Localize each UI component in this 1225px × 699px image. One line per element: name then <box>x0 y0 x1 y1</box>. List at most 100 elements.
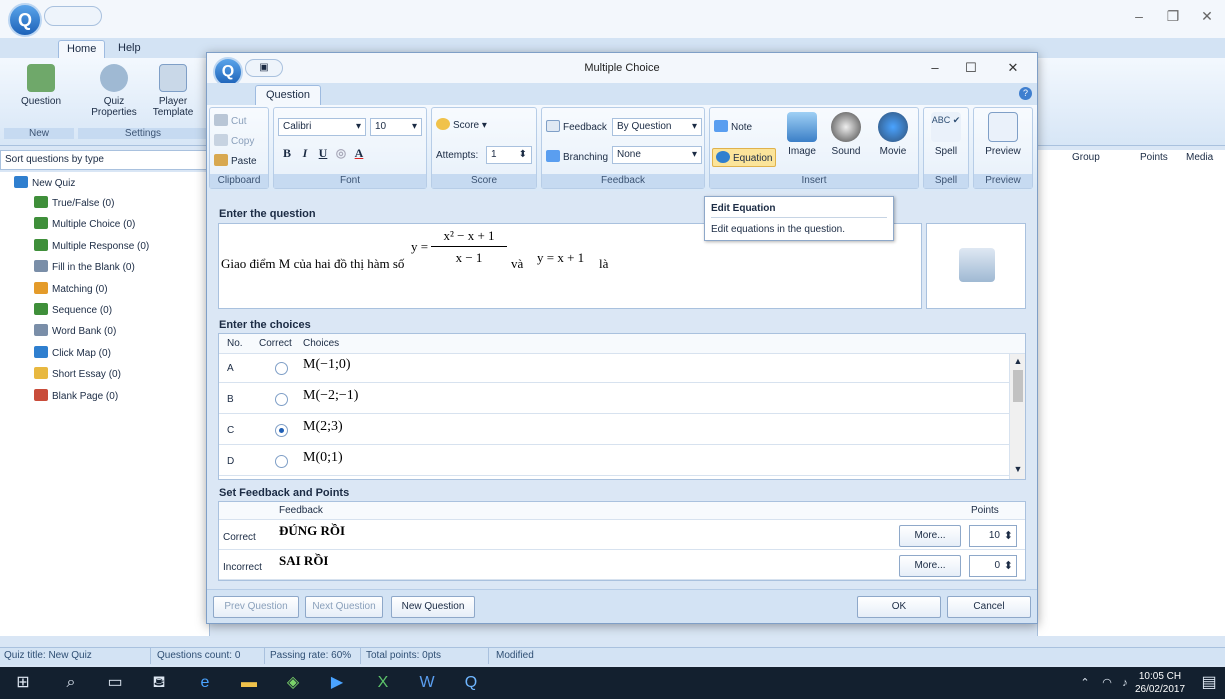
correct-radio[interactable] <box>275 424 288 437</box>
underline-button[interactable]: U <box>314 146 332 161</box>
attempts-input[interactable]: 1 ⬍ <box>486 146 532 164</box>
quizcreator-icon[interactable]: Q <box>460 672 482 694</box>
tree-item[interactable]: Word Bank (0) <box>34 324 116 340</box>
notification-icon[interactable]: ▤ <box>1198 672 1220 694</box>
tree-root[interactable]: New Quiz <box>14 176 75 192</box>
feedback-mode-select[interactable]: By Question ▾ <box>612 118 702 136</box>
correct-radio[interactable] <box>275 455 288 468</box>
close-icon[interactable]: ✕ <box>1192 8 1222 30</box>
new-question-button[interactable]: Question <box>16 64 66 107</box>
save-icon[interactable]: ▣ <box>245 59 283 77</box>
sort-dropdown[interactable]: Sort questions by type <box>0 150 210 170</box>
tree-item[interactable]: Click Map (0) <box>34 345 111 362</box>
branching-button[interactable]: Branching <box>546 150 608 163</box>
file-explorer-icon[interactable]: ▬ <box>238 672 260 694</box>
choice-text[interactable]: M(−1;0) <box>303 357 351 373</box>
network-icon[interactable]: ⌃ <box>1074 672 1096 694</box>
choice-letter: C <box>227 425 235 436</box>
status-divider <box>150 648 151 664</box>
search-icon[interactable]: ⌕ <box>60 672 82 694</box>
taskbar-clock[interactable]: 10:05 CH 26/02/2017 <box>1130 670 1190 696</box>
more-button[interactable]: More... <box>899 525 961 547</box>
font-color-button[interactable]: A <box>350 146 368 161</box>
branching-select[interactable]: None ▾ <box>612 146 702 164</box>
edge-icon[interactable]: e <box>194 672 216 694</box>
tab-home[interactable]: Home <box>58 40 106 58</box>
tree-item[interactable]: Sequence (0) <box>34 303 112 319</box>
spell-button[interactable]: ABC ✔ Spell <box>928 112 964 157</box>
feedback-button[interactable]: Feedback <box>546 120 607 133</box>
store-icon[interactable]: ⛾ <box>148 672 170 694</box>
tree-item[interactable]: Short Essay (0) <box>34 367 121 383</box>
next-question-button[interactable]: Next Question <box>305 596 383 618</box>
dialog-minimize-icon[interactable]: – <box>923 60 947 75</box>
col-group[interactable]: Group <box>1072 152 1100 163</box>
insert-image-button[interactable]: Image <box>784 112 820 157</box>
score-button[interactable]: Score ▾ <box>436 118 487 131</box>
tree-item[interactable]: Fill in the Blank (0) <box>34 260 135 276</box>
insert-movie-button[interactable]: Movie <box>874 112 912 157</box>
tab-question[interactable]: Question <box>255 85 322 105</box>
choice-text[interactable]: M(2;3) <box>303 419 343 435</box>
note-button[interactable]: Note <box>714 120 752 133</box>
media-placeholder[interactable] <box>926 223 1026 309</box>
excel-icon[interactable]: X <box>372 672 394 694</box>
help-icon[interactable]: ? <box>1019 87 1032 100</box>
col-points[interactable]: Points <box>1140 152 1168 163</box>
tree-item[interactable]: Blank Page (0) <box>34 388 118 405</box>
feedback-row: Incorrect SAI RỒI More... 0 <box>219 551 1025 580</box>
note-icon <box>714 120 728 132</box>
preview-button[interactable]: Preview <box>980 112 1026 157</box>
copy-button[interactable]: Copy <box>214 134 254 147</box>
choice-text[interactable]: M(−2;−1) <box>303 388 358 404</box>
dialog-close-icon[interactable]: ✕ <box>1001 60 1025 76</box>
more-button[interactable]: More... <box>899 555 961 577</box>
font-family-select[interactable]: Calibri ▾ <box>278 118 366 136</box>
correct-radio[interactable] <box>275 362 288 375</box>
feedback-group: Feedback By Question ▾ Branching None ▾ Fe… <box>541 107 705 189</box>
quick-access-toolbar[interactable] <box>44 6 102 26</box>
choice-text[interactable]: M(0;1) <box>303 450 343 466</box>
highlight-icon[interactable]: ◎ <box>332 146 350 161</box>
quiz-properties-button[interactable]: Quiz Properties <box>86 64 142 118</box>
task-view-icon[interactable]: ▭ <box>104 672 126 694</box>
correct-radio[interactable] <box>275 393 288 406</box>
cut-button[interactable]: Cut <box>214 114 247 127</box>
tab-help[interactable]: Help <box>110 40 149 58</box>
feedback-text[interactable]: ĐÚNG RỒI <box>279 523 345 539</box>
feedback-text[interactable]: SAI RỒI <box>279 553 329 569</box>
col-media[interactable]: Media <box>1186 152 1213 163</box>
bold-button[interactable]: B <box>278 146 296 161</box>
media-player-icon[interactable]: ▶ <box>326 672 348 694</box>
cancel-button[interactable]: Cancel <box>947 596 1031 618</box>
points-stepper[interactable]: 0 <box>969 555 1017 577</box>
ok-button[interactable]: OK <box>857 596 941 618</box>
group-new-label: New <box>4 128 74 139</box>
scroll-thumb[interactable] <box>1013 370 1023 402</box>
italic-button[interactable]: I <box>296 146 314 161</box>
paste-button[interactable]: Paste <box>214 154 257 167</box>
restore-icon[interactable]: ❐ <box>1158 8 1188 30</box>
player-template-button[interactable]: Player Template <box>146 64 200 118</box>
new-question-button-dialog[interactable]: New Question <box>391 596 475 618</box>
tree-item[interactable]: Multiple Choice (0) <box>34 217 135 233</box>
dialog-maximize-icon[interactable]: ☐ <box>959 60 983 76</box>
app-logo-icon[interactable]: Q <box>8 3 42 37</box>
choices-scrollbar[interactable]: ▲ ▼ <box>1009 354 1025 479</box>
app-icon[interactable]: ◈ <box>282 672 304 694</box>
scroll-up-icon[interactable]: ▲ <box>1010 356 1026 366</box>
status-total-points: Total points: 0pts <box>366 650 442 661</box>
tree-item[interactable]: Matching (0) <box>34 281 108 298</box>
paste-icon <box>214 154 228 166</box>
insert-sound-button[interactable]: Sound <box>828 112 864 157</box>
windows-start-icon[interactable]: ⊞ <box>12 672 34 694</box>
tree-item[interactable]: True/False (0) <box>34 196 114 212</box>
prev-question-button[interactable]: Prev Question <box>213 596 299 618</box>
font-size-select[interactable]: 10 ▾ <box>370 118 422 136</box>
minimize-icon[interactable]: – <box>1124 8 1154 30</box>
scroll-down-icon[interactable]: ▼ <box>1010 464 1026 474</box>
equation-button[interactable]: Equation <box>712 148 777 167</box>
word-icon[interactable]: W <box>416 672 438 694</box>
points-stepper[interactable]: 10 <box>969 525 1017 547</box>
tree-item[interactable]: Multiple Response (0) <box>34 238 149 255</box>
